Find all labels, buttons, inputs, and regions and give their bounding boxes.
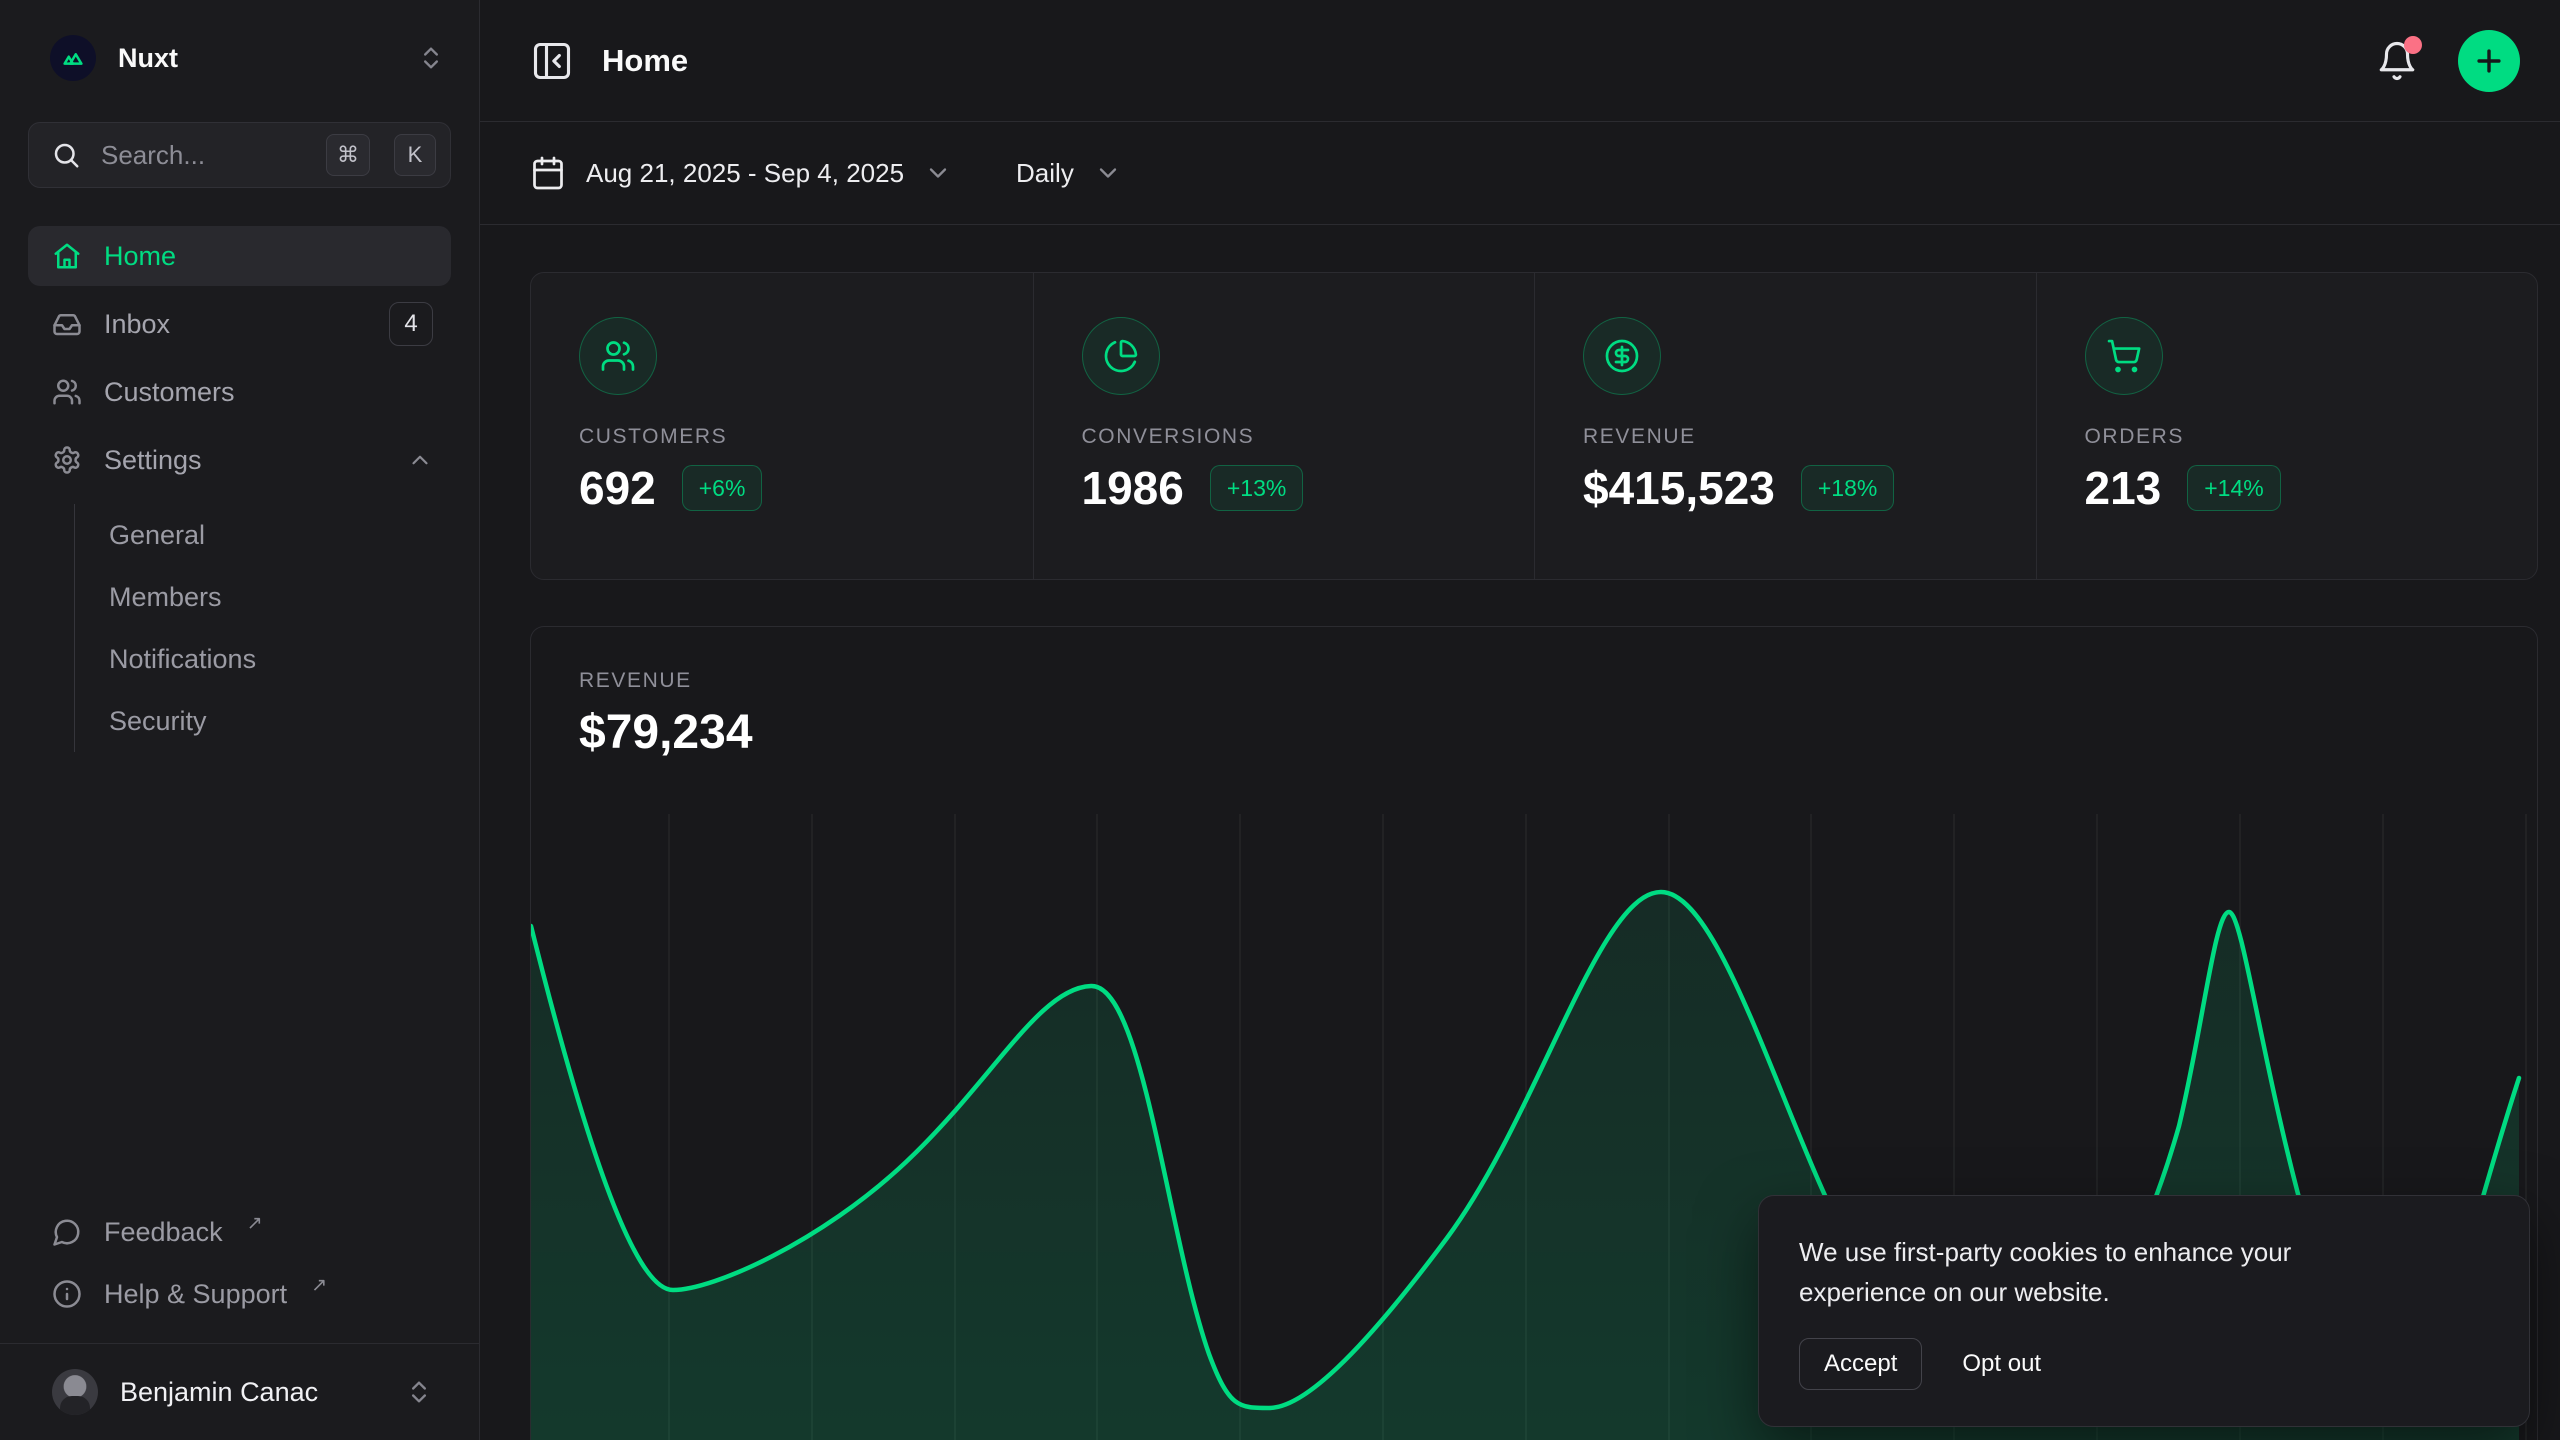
stat-value: 1986	[1082, 461, 1184, 515]
sidebar-item-label: Inbox	[104, 309, 367, 340]
kbd-k: K	[394, 134, 436, 176]
stat-customers[interactable]: CUSTOMERS 692 +6%	[531, 273, 1033, 579]
stat-label: CONVERSIONS	[1082, 425, 1487, 449]
plus-icon	[2472, 44, 2506, 78]
subnav-label: Members	[109, 582, 222, 613]
gear-icon	[52, 445, 82, 475]
message-bubble-icon	[52, 1217, 82, 1247]
chevrons-up-down-icon	[405, 1378, 433, 1406]
cookie-actions: Accept Opt out	[1799, 1338, 2489, 1390]
cookie-banner: We use first-party cookies to enhance yo…	[1758, 1195, 2530, 1427]
sidebar-item-settings[interactable]: Settings	[28, 430, 451, 490]
chevron-down-icon	[924, 159, 952, 187]
pie-chart-icon	[1082, 317, 1160, 395]
search-icon	[51, 140, 81, 170]
footer-item-label: Help & Support	[104, 1279, 287, 1310]
add-button[interactable]	[2458, 30, 2520, 92]
stats-summary-card: CUSTOMERS 692 +6% CONVERSIONS	[530, 272, 2538, 580]
users-icon	[579, 317, 657, 395]
info-circle-icon	[52, 1279, 82, 1309]
search-placeholder: Search...	[101, 140, 302, 171]
user-menu[interactable]: Benjamin Canac	[28, 1344, 451, 1440]
stat-value: 213	[2085, 461, 2162, 515]
stat-label: CUSTOMERS	[579, 425, 985, 449]
revenue-value: $79,234	[579, 705, 2489, 760]
workspace-name: Nuxt	[118, 43, 395, 74]
workspace-switcher[interactable]: Nuxt	[28, 20, 451, 96]
sidebar-item-label: Home	[104, 241, 433, 272]
search-input[interactable]: Search... ⌘ K	[28, 122, 451, 188]
revenue-label: REVENUE	[579, 669, 2489, 693]
app-root: Nuxt Search... ⌘ K	[0, 0, 2560, 1440]
date-range-picker[interactable]: Aug 21, 2025 - Sep 4, 2025	[530, 155, 952, 191]
stat-value: 692	[579, 461, 656, 515]
sidebar-item-label: Settings	[104, 445, 385, 476]
stat-revenue[interactable]: REVENUE $415,523 +18%	[1534, 273, 2036, 579]
circle-dollar-icon	[1583, 317, 1661, 395]
sidebar-item-inbox[interactable]: Inbox 4	[28, 294, 451, 354]
filter-toolbar: Aug 21, 2025 - Sep 4, 2025 Daily	[480, 122, 2560, 225]
sidebar-item-customers[interactable]: Customers	[28, 362, 451, 422]
stat-delta-badge: +14%	[2187, 465, 2280, 511]
nuxt-logo-icon	[50, 35, 96, 81]
stat-label: REVENUE	[1583, 425, 1988, 449]
stat-delta-badge: +18%	[1801, 465, 1894, 511]
stat-delta-badge: +13%	[1210, 465, 1303, 511]
page-title: Home	[602, 43, 688, 79]
sidebar: Nuxt Search... ⌘ K	[0, 0, 480, 1440]
subnav-label: Notifications	[109, 644, 256, 675]
kbd-cmd: ⌘	[326, 134, 370, 176]
page-header: Home	[480, 0, 2560, 122]
user-name: Benjamin Canac	[120, 1377, 383, 1408]
optout-cookies-button[interactable]: Opt out	[1962, 1350, 2041, 1378]
sidebar-item-label: Customers	[104, 377, 433, 408]
calendar-icon	[530, 155, 566, 191]
sidebar-item-general[interactable]: General	[109, 504, 451, 566]
users-icon	[52, 377, 82, 407]
sidebar-item-feedback[interactable]: Feedback ↗	[28, 1201, 451, 1263]
sidebar-spacer	[28, 752, 451, 1201]
sidebar-nav: Home Inbox 4 C	[28, 226, 451, 752]
accept-cookies-button[interactable]: Accept	[1799, 1338, 1922, 1390]
sidebar-item-notifications[interactable]: Notifications	[109, 628, 451, 690]
avatar	[52, 1369, 98, 1415]
granularity-select[interactable]: Daily	[1016, 158, 1122, 189]
home-icon	[52, 241, 82, 271]
sidebar-item-security[interactable]: Security	[109, 690, 451, 752]
sidebar-item-help-support[interactable]: Help & Support ↗	[28, 1263, 451, 1325]
external-link-icon: ↗	[247, 1212, 263, 1235]
stat-label: ORDERS	[2085, 425, 2490, 449]
external-link-icon: ↗	[311, 1274, 327, 1297]
notification-dot	[2404, 36, 2422, 54]
settings-subnav: General Members Notifications Security	[74, 504, 451, 752]
collapse-sidebar-button[interactable]	[530, 39, 574, 83]
chevrons-up-down-icon[interactable]	[417, 44, 445, 72]
subnav-label: General	[109, 520, 205, 551]
date-range-value: Aug 21, 2025 - Sep 4, 2025	[586, 158, 904, 189]
shopping-cart-icon	[2085, 317, 2163, 395]
inbox-count-badge: 4	[389, 302, 433, 346]
stat-conversions[interactable]: CONVERSIONS 1986 +13%	[1033, 273, 1535, 579]
stat-delta-badge: +6%	[682, 465, 763, 511]
notifications-button[interactable]	[2376, 40, 2418, 82]
cookie-message: We use first-party cookies to enhance yo…	[1799, 1232, 2419, 1312]
chevron-down-icon	[1094, 159, 1122, 187]
revenue-panel-header: REVENUE $79,234	[531, 627, 2537, 760]
sidebar-item-home[interactable]: Home	[28, 226, 451, 286]
footer-item-label: Feedback	[104, 1217, 223, 1248]
chevron-up-icon	[407, 447, 433, 473]
stat-orders[interactable]: ORDERS 213 +14%	[2036, 273, 2538, 579]
inbox-icon	[52, 309, 82, 339]
stat-value: $415,523	[1583, 461, 1775, 515]
granularity-value: Daily	[1016, 158, 1074, 189]
subnav-label: Security	[109, 706, 207, 737]
sidebar-item-members[interactable]: Members	[109, 566, 451, 628]
